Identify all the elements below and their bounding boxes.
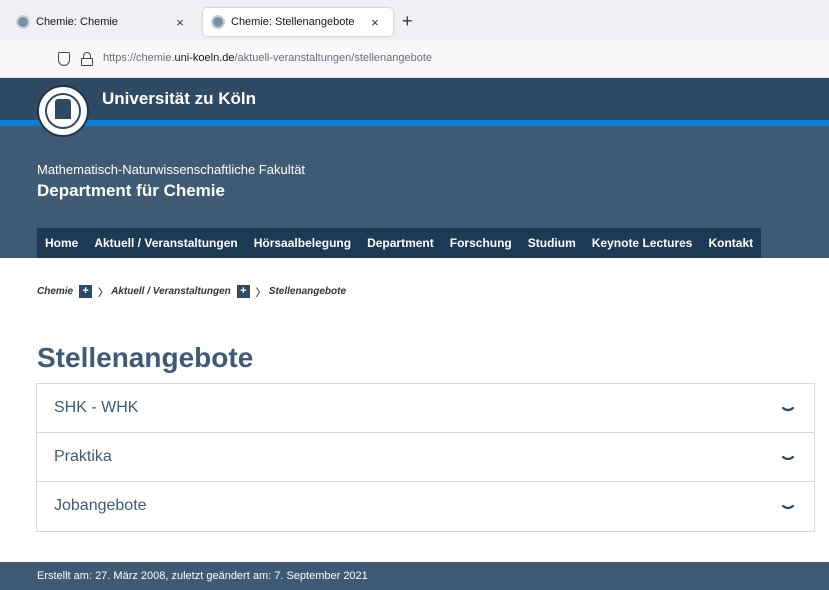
browser-tab-stellenangebote[interactable]: Chemie: Stellenangebote × — [203, 8, 393, 36]
close-tab-icon[interactable]: × — [172, 15, 188, 30]
accordion-label: SHK - WHK — [54, 399, 139, 416]
breadcrumb: Chemie + 〉 Aktuell / Veranstaltungen + 〉… — [37, 284, 346, 299]
page-title: Stellenangebote — [37, 342, 254, 373]
accordion-item-shk-whk[interactable]: SHK - WHK — [37, 384, 814, 433]
breadcrumb-item-aktuell[interactable]: Aktuell / Veranstaltungen — [111, 286, 231, 297]
nav-item-kontakt[interactable]: Kontakt — [700, 228, 761, 258]
university-favicon-icon — [211, 15, 225, 29]
nav-item-hoersaalbelegung[interactable]: Hörsaalbelegung — [246, 228, 359, 258]
url-text[interactable]: https://chemie.uni-koeln.de/aktuell-vera… — [103, 52, 432, 64]
expand-plus-icon[interactable]: + — [236, 285, 250, 298]
nav-item-keynote-lectures[interactable]: Keynote Lectures — [584, 228, 701, 258]
university-seal-logo[interactable] — [37, 85, 89, 137]
department-name[interactable]: Department für Chemie — [37, 181, 225, 201]
university-favicon-icon — [16, 15, 30, 29]
browser-tab-bar: Chemie: Chemie × Chemie: Stellenangebote… — [0, 0, 829, 40]
nav-item-forschung[interactable]: Forschung — [442, 228, 520, 258]
job-accordion: SHK - WHK Praktika Jobangebote — [36, 383, 815, 532]
faculty-name[interactable]: Mathematisch-Naturwissenschaftliche Faku… — [37, 162, 305, 177]
breadcrumb-separator-icon: 〉 — [98, 288, 109, 299]
accordion-item-jobangebote[interactable]: Jobangebote — [37, 482, 814, 531]
breadcrumb-separator-icon: 〉 — [255, 288, 266, 299]
tab-title: Chemie: Stellenangebote — [231, 16, 355, 28]
nav-item-home[interactable]: Home — [37, 228, 86, 258]
page-footer: Erstellt am: 27. März 2008, zuletzt geän… — [0, 562, 829, 590]
new-tab-button[interactable]: + — [402, 12, 413, 30]
main-navigation: Home Aktuell / Veranstaltungen Hörsaalbe… — [37, 228, 762, 258]
accordion-label: Praktika — [54, 448, 112, 465]
expand-plus-icon[interactable]: + — [79, 285, 93, 298]
address-bar[interactable]: https://chemie.uni-koeln.de/aktuell-vera… — [0, 40, 829, 78]
breadcrumb-item-chemie[interactable]: Chemie — [37, 286, 73, 297]
tab-title: Chemie: Chemie — [36, 16, 118, 28]
nav-item-department[interactable]: Department — [359, 228, 442, 258]
accordion-item-praktika[interactable]: Praktika — [37, 433, 814, 482]
nav-item-studium[interactable]: Studium — [520, 228, 584, 258]
tracking-protection-shield-icon[interactable] — [58, 52, 70, 66]
footer-date-info: Erstellt am: 27. März 2008, zuletzt geän… — [37, 570, 368, 582]
lock-icon[interactable] — [81, 52, 93, 66]
university-name[interactable]: Universität zu Köln — [102, 89, 256, 109]
chevron-down-icon — [782, 406, 794, 412]
browser-tab-chemie[interactable]: Chemie: Chemie × — [8, 8, 198, 36]
close-tab-icon[interactable]: × — [367, 15, 383, 30]
accordion-label: Jobangebote — [54, 497, 147, 514]
breadcrumb-item-current: Stellenangebote — [268, 286, 347, 297]
nav-item-aktuell-veranstaltungen[interactable]: Aktuell / Veranstaltungen — [86, 228, 245, 258]
chevron-down-icon — [782, 504, 794, 510]
chevron-down-icon — [782, 455, 794, 461]
